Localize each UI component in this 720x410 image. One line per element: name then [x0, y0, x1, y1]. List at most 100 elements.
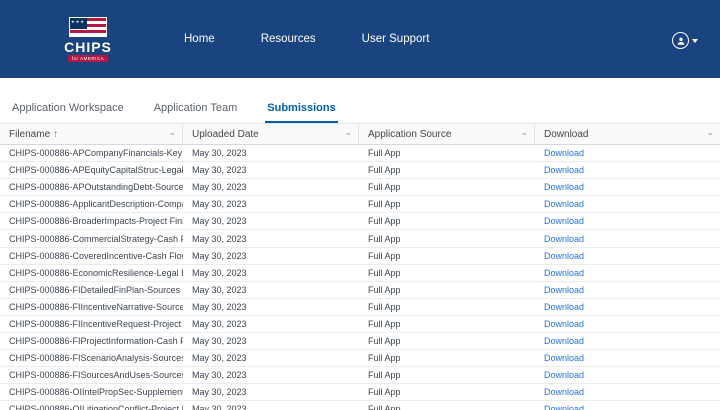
filename-cell: CHIPS-000886-FIIncentiveNarrative-Source…: [9, 301, 183, 312]
tab-application-workspace[interactable]: Application Workspace: [10, 96, 126, 123]
table-row: CHIPS-000886-CommercialStrategy-Cash Flo…: [0, 230, 720, 248]
download-link[interactable]: Download: [535, 165, 720, 175]
uploaded-date-cell: May 30, 2023: [192, 336, 247, 347]
column-header-uploaded-date[interactable]: Uploaded Date ⌄: [183, 124, 359, 144]
table-row: CHIPS-000886-OIIntelPropSec-Supplemental…: [0, 384, 720, 402]
uploaded-date-cell: May 30, 2023: [192, 199, 247, 210]
column-label: Download: [544, 128, 589, 140]
table-row: CHIPS-000886-FISourcesAndUses-Sources an…: [0, 367, 720, 385]
nav-user-support[interactable]: User Support: [362, 33, 430, 45]
table-row: CHIPS-000886-EconomicResilience-Legal En…: [0, 265, 720, 282]
filename-cell: CHIPS-000886-FIIncentiveRequest-Project …: [9, 318, 183, 329]
download-link[interactable]: Download: [535, 370, 720, 380]
application-source-cell: Full App: [368, 301, 401, 312]
user-menu[interactable]: [672, 32, 698, 49]
uploaded-date-cell: May 30, 2023: [192, 182, 247, 193]
download-link[interactable]: Download: [535, 148, 720, 158]
chevron-down-icon: [692, 38, 698, 43]
table-header: Filename ↑ ⌄ Uploaded Date ⌄ Application…: [0, 124, 720, 145]
download-link[interactable]: Download: [535, 353, 720, 363]
application-source-cell: Full App: [368, 182, 401, 193]
application-source-cell: Full App: [368, 353, 401, 364]
uploaded-date-cell: May 30, 2023: [192, 216, 247, 227]
table-row: CHIPS-000886-FIIncentiveRequest-Project …: [0, 316, 720, 334]
download-link[interactable]: Download: [535, 199, 720, 209]
uploaded-date-cell: May 30, 2023: [192, 353, 247, 364]
column-label: Filename: [9, 128, 51, 140]
filename-cell: CHIPS-000886-OIIntelPropSec-Supplemental…: [9, 387, 183, 398]
download-link[interactable]: Download: [535, 302, 720, 312]
uploaded-date-cell: May 30, 2023: [192, 318, 247, 329]
top-navbar: CHIPS for AMERICA Home Resources User Su…: [0, 0, 720, 78]
uploaded-date-cell: May 30, 2023: [192, 284, 247, 295]
uploaded-date-cell: May 30, 2023: [192, 148, 247, 159]
uploaded-date-cell: May 30, 2023: [192, 233, 247, 244]
filename-cell: CHIPS-000886-ApplicantDescription-Compan…: [9, 199, 183, 210]
nav-home[interactable]: Home: [184, 33, 215, 45]
table-row: CHIPS-000886-APCompanyFinancials-Key Ass…: [0, 145, 720, 163]
table-row: CHIPS-000886-FIIncentiveNarrative-Source…: [0, 299, 720, 316]
uploaded-date-cell: May 30, 2023: [192, 301, 247, 312]
filename-cell: CHIPS-000886-EconomicResilience-Legal En…: [9, 267, 183, 278]
table-row: CHIPS-000886-CoveredIncentive-Cash Flow …: [0, 248, 720, 265]
table-body: CHIPS-000886-APCompanyFinancials-Key Ass…: [0, 145, 720, 410]
download-link[interactable]: Download: [535, 251, 720, 261]
download-link[interactable]: Download: [535, 216, 720, 226]
download-link[interactable]: Download: [535, 182, 720, 192]
download-link[interactable]: Download: [535, 268, 720, 278]
table-row: CHIPS-000886-FIProjectInformation-Cash F…: [0, 333, 720, 351]
column-label: Uploaded Date: [192, 128, 259, 140]
filter-chevron-icon[interactable]: ⌄: [168, 127, 176, 137]
filename-cell: CHIPS-000886-FIScenarioAnalysis-Sources …: [9, 353, 183, 364]
uploaded-date-cell: May 30, 2023: [192, 387, 247, 398]
uploaded-date-cell: May 30, 2023: [192, 250, 247, 261]
table-row: CHIPS-000886-ApplicantDescription-Compan…: [0, 196, 720, 214]
application-source-cell: Full App: [368, 336, 401, 347]
column-header-filename[interactable]: Filename ↑ ⌄: [0, 124, 183, 144]
uploaded-date-cell: May 30, 2023: [192, 370, 247, 381]
column-header-application-source[interactable]: Application Source ⌄: [359, 124, 535, 144]
filename-cell: CHIPS-000886-APEquityCapitalStruc-Legal …: [9, 165, 183, 176]
filename-cell: CHIPS-000886-APCompanyFinancials-Key Ass…: [9, 148, 183, 159]
download-link[interactable]: Download: [535, 387, 720, 397]
application-source-cell: Full App: [368, 165, 401, 176]
filter-chevron-icon[interactable]: ⌄: [344, 127, 352, 137]
download-link[interactable]: Download: [535, 285, 720, 295]
filename-cell: CHIPS-000886-FIDetailedFinPlan-Sources a…: [9, 284, 183, 295]
filename-cell: CHIPS-000886-BroaderImpacts-Project Fina…: [9, 216, 183, 227]
nav-resources[interactable]: Resources: [261, 33, 316, 45]
chips-logo[interactable]: CHIPS for AMERICA: [62, 16, 114, 62]
download-link[interactable]: Download: [535, 234, 720, 244]
application-source-cell: Full App: [368, 250, 401, 261]
uploaded-date-cell: May 30, 2023: [192, 404, 247, 410]
filename-cell: CHIPS-000886-APOutstandingDebt-Sources a…: [9, 182, 183, 193]
us-flag-icon: [69, 16, 107, 37]
application-source-cell: Full App: [368, 216, 401, 227]
tab-bar: Application Workspace Application Team S…: [0, 96, 720, 124]
uploaded-date-cell: May 30, 2023: [192, 267, 247, 278]
column-label: Application Source: [368, 128, 452, 140]
table-row: CHIPS-000886-FIScenarioAnalysis-Sources …: [0, 350, 720, 368]
sort-ascending-icon[interactable]: ↑: [53, 129, 58, 140]
brand-name: CHIPS: [64, 38, 112, 55]
tab-submissions[interactable]: Submissions: [265, 96, 338, 123]
filename-cell: CHIPS-000886-CommercialStrategy-Cash Flo…: [9, 233, 183, 244]
tab-application-team[interactable]: Application Team: [152, 96, 240, 123]
table-row: CHIPS-000886-BroaderImpacts-Project Fina…: [0, 213, 720, 231]
application-source-cell: Full App: [368, 267, 401, 278]
column-header-download[interactable]: Download ⌄: [535, 124, 720, 144]
nav-links: Home Resources User Support: [184, 33, 429, 45]
filter-chevron-icon[interactable]: ⌄: [520, 127, 528, 137]
filename-cell: CHIPS-000886-CoveredIncentive-Cash Flow …: [9, 250, 183, 261]
application-source-cell: Full App: [368, 233, 401, 244]
application-source-cell: Full App: [368, 284, 401, 295]
filter-chevron-icon[interactable]: ⌄: [706, 127, 714, 137]
download-link[interactable]: Download: [535, 319, 720, 329]
table-row: CHIPS-000886-APEquityCapitalStruc-Legal …: [0, 162, 720, 180]
download-link[interactable]: Download: [535, 336, 720, 346]
table-row: CHIPS-000886-OILitigationConflict-Projec…: [0, 401, 720, 410]
application-source-cell: Full App: [368, 199, 401, 210]
download-link[interactable]: Download: [535, 404, 720, 410]
application-source-cell: Full App: [368, 370, 401, 381]
table-row: CHIPS-000886-APOutstandingDebt-Sources a…: [0, 179, 720, 197]
